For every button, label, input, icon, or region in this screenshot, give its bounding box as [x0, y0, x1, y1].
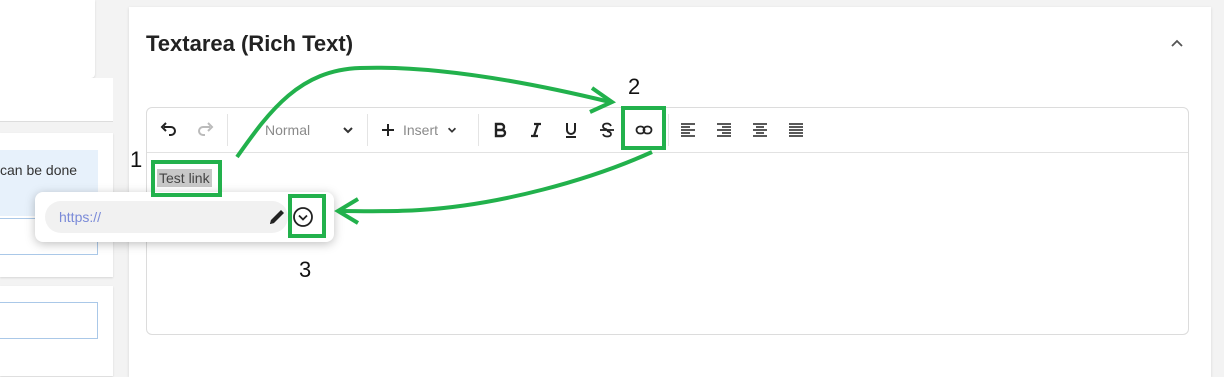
chevron-down-icon	[343, 127, 353, 134]
redo-icon	[198, 122, 214, 136]
chevron-down-icon	[447, 127, 457, 133]
undo-button[interactable]	[157, 118, 181, 142]
edit-link-button[interactable]	[265, 205, 289, 229]
panel-title: Textarea (Rich Text)	[146, 31, 354, 56]
align-center-icon	[753, 123, 767, 137]
chevron-up-icon	[1171, 39, 1183, 47]
italic-button[interactable]	[524, 118, 548, 142]
link-url-input[interactable]	[45, 201, 288, 233]
insert-dropdown[interactable]: Insert	[381, 118, 465, 142]
left-input-field-2[interactable]	[0, 302, 98, 339]
left-card-top	[0, 0, 95, 78]
left-card-strip	[0, 78, 113, 122]
plus-icon	[382, 124, 394, 136]
format-select[interactable]: Normal	[265, 118, 355, 142]
collapse-button[interactable]	[1165, 32, 1189, 56]
editor-toolbar: Normal Insert	[147, 108, 1188, 153]
redo-button[interactable]	[193, 118, 217, 142]
align-justify-icon	[789, 123, 803, 137]
pencil-icon	[270, 210, 284, 224]
toolbar-separator	[367, 114, 368, 146]
toolbar-separator	[227, 114, 228, 146]
align-left-button[interactable]	[676, 118, 700, 142]
align-center-button[interactable]	[748, 118, 772, 142]
bold-button[interactable]	[488, 118, 512, 142]
info-text: can be done	[0, 162, 78, 178]
step-number-3: 3	[299, 257, 312, 282]
strikethrough-button[interactable]	[595, 118, 619, 142]
bold-icon	[494, 122, 507, 138]
underline-button[interactable]	[559, 118, 583, 142]
strikethrough-icon	[600, 122, 614, 138]
highlight-step2	[621, 106, 666, 150]
step-number-2: 2	[628, 74, 641, 99]
highlight-step3	[288, 194, 326, 238]
align-left-icon	[681, 123, 695, 137]
undo-icon	[160, 122, 176, 136]
italic-icon	[531, 122, 541, 138]
align-justify-button[interactable]	[784, 118, 808, 142]
step-number-1: 1	[130, 147, 143, 172]
toolbar-separator	[668, 114, 669, 146]
format-select-value: Normal	[265, 122, 311, 138]
toolbar-separator	[478, 114, 479, 146]
align-right-icon	[717, 123, 731, 137]
underline-icon	[566, 123, 576, 138]
align-right-button[interactable]	[712, 118, 736, 142]
highlight-step1	[151, 160, 222, 197]
insert-label: Insert	[403, 122, 439, 138]
